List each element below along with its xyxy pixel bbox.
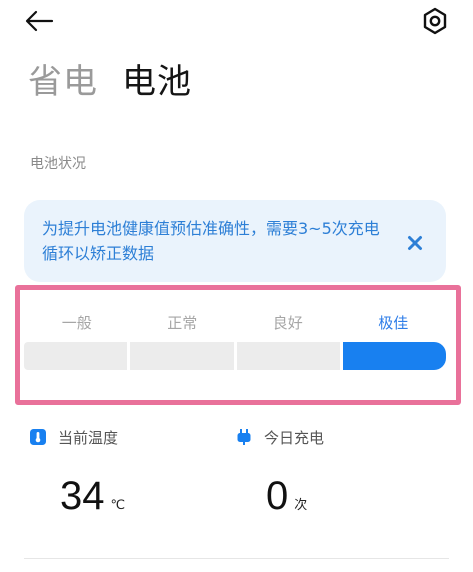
calibration-notice: 为提升电池健康值预估准确性，需要3~5次充电循环以矫正数据 (24, 200, 446, 282)
level-segment-normal (130, 342, 234, 370)
back-button[interactable] (22, 6, 56, 36)
level-segment-excellent (342, 342, 446, 370)
tab-bar: 省电 电池 (28, 60, 216, 108)
gear-icon (423, 7, 447, 35)
health-level-labels: 一般 正常 良好 极佳 (24, 312, 446, 336)
level-segment-good (236, 342, 340, 370)
charges-today-unit: 次 (294, 498, 308, 513)
temperature-unit: ℃ (110, 498, 126, 513)
section-title-battery-status: 电池状况 (30, 156, 86, 172)
health-level-bar (24, 342, 446, 370)
top-bar (0, 0, 473, 44)
notice-text: 为提升电池健康值预估准确性，需要3~5次充电循环以矫正数据 (42, 219, 380, 263)
charges-today-label: 今日充电 (264, 428, 325, 447)
level-label-fair: 一般 (61, 314, 92, 332)
charges-today-value: 0 (266, 474, 289, 518)
temperature-value: 34 (60, 474, 105, 518)
notice-close-button[interactable] (398, 226, 432, 260)
level-segment-fair (24, 342, 128, 370)
thermometer-icon (30, 429, 46, 445)
arrow-left-icon (25, 10, 54, 32)
tab-power-saving[interactable]: 省电 (28, 60, 98, 104)
settings-button[interactable] (418, 4, 452, 38)
bottom-divider (24, 558, 449, 559)
level-label-excellent: 极佳 (378, 314, 409, 332)
tab-battery[interactable]: 电池 (122, 60, 192, 104)
temperature-label: 当前温度 (58, 428, 119, 447)
close-icon (408, 236, 422, 250)
level-label-normal: 正常 (167, 314, 198, 332)
level-label-good: 良好 (272, 314, 303, 332)
temperature-stat: 当前温度 34 ℃ (30, 426, 220, 526)
charging-plug-icon (237, 429, 251, 445)
charges-today-stat: 今日充电 0 次 (236, 426, 436, 526)
